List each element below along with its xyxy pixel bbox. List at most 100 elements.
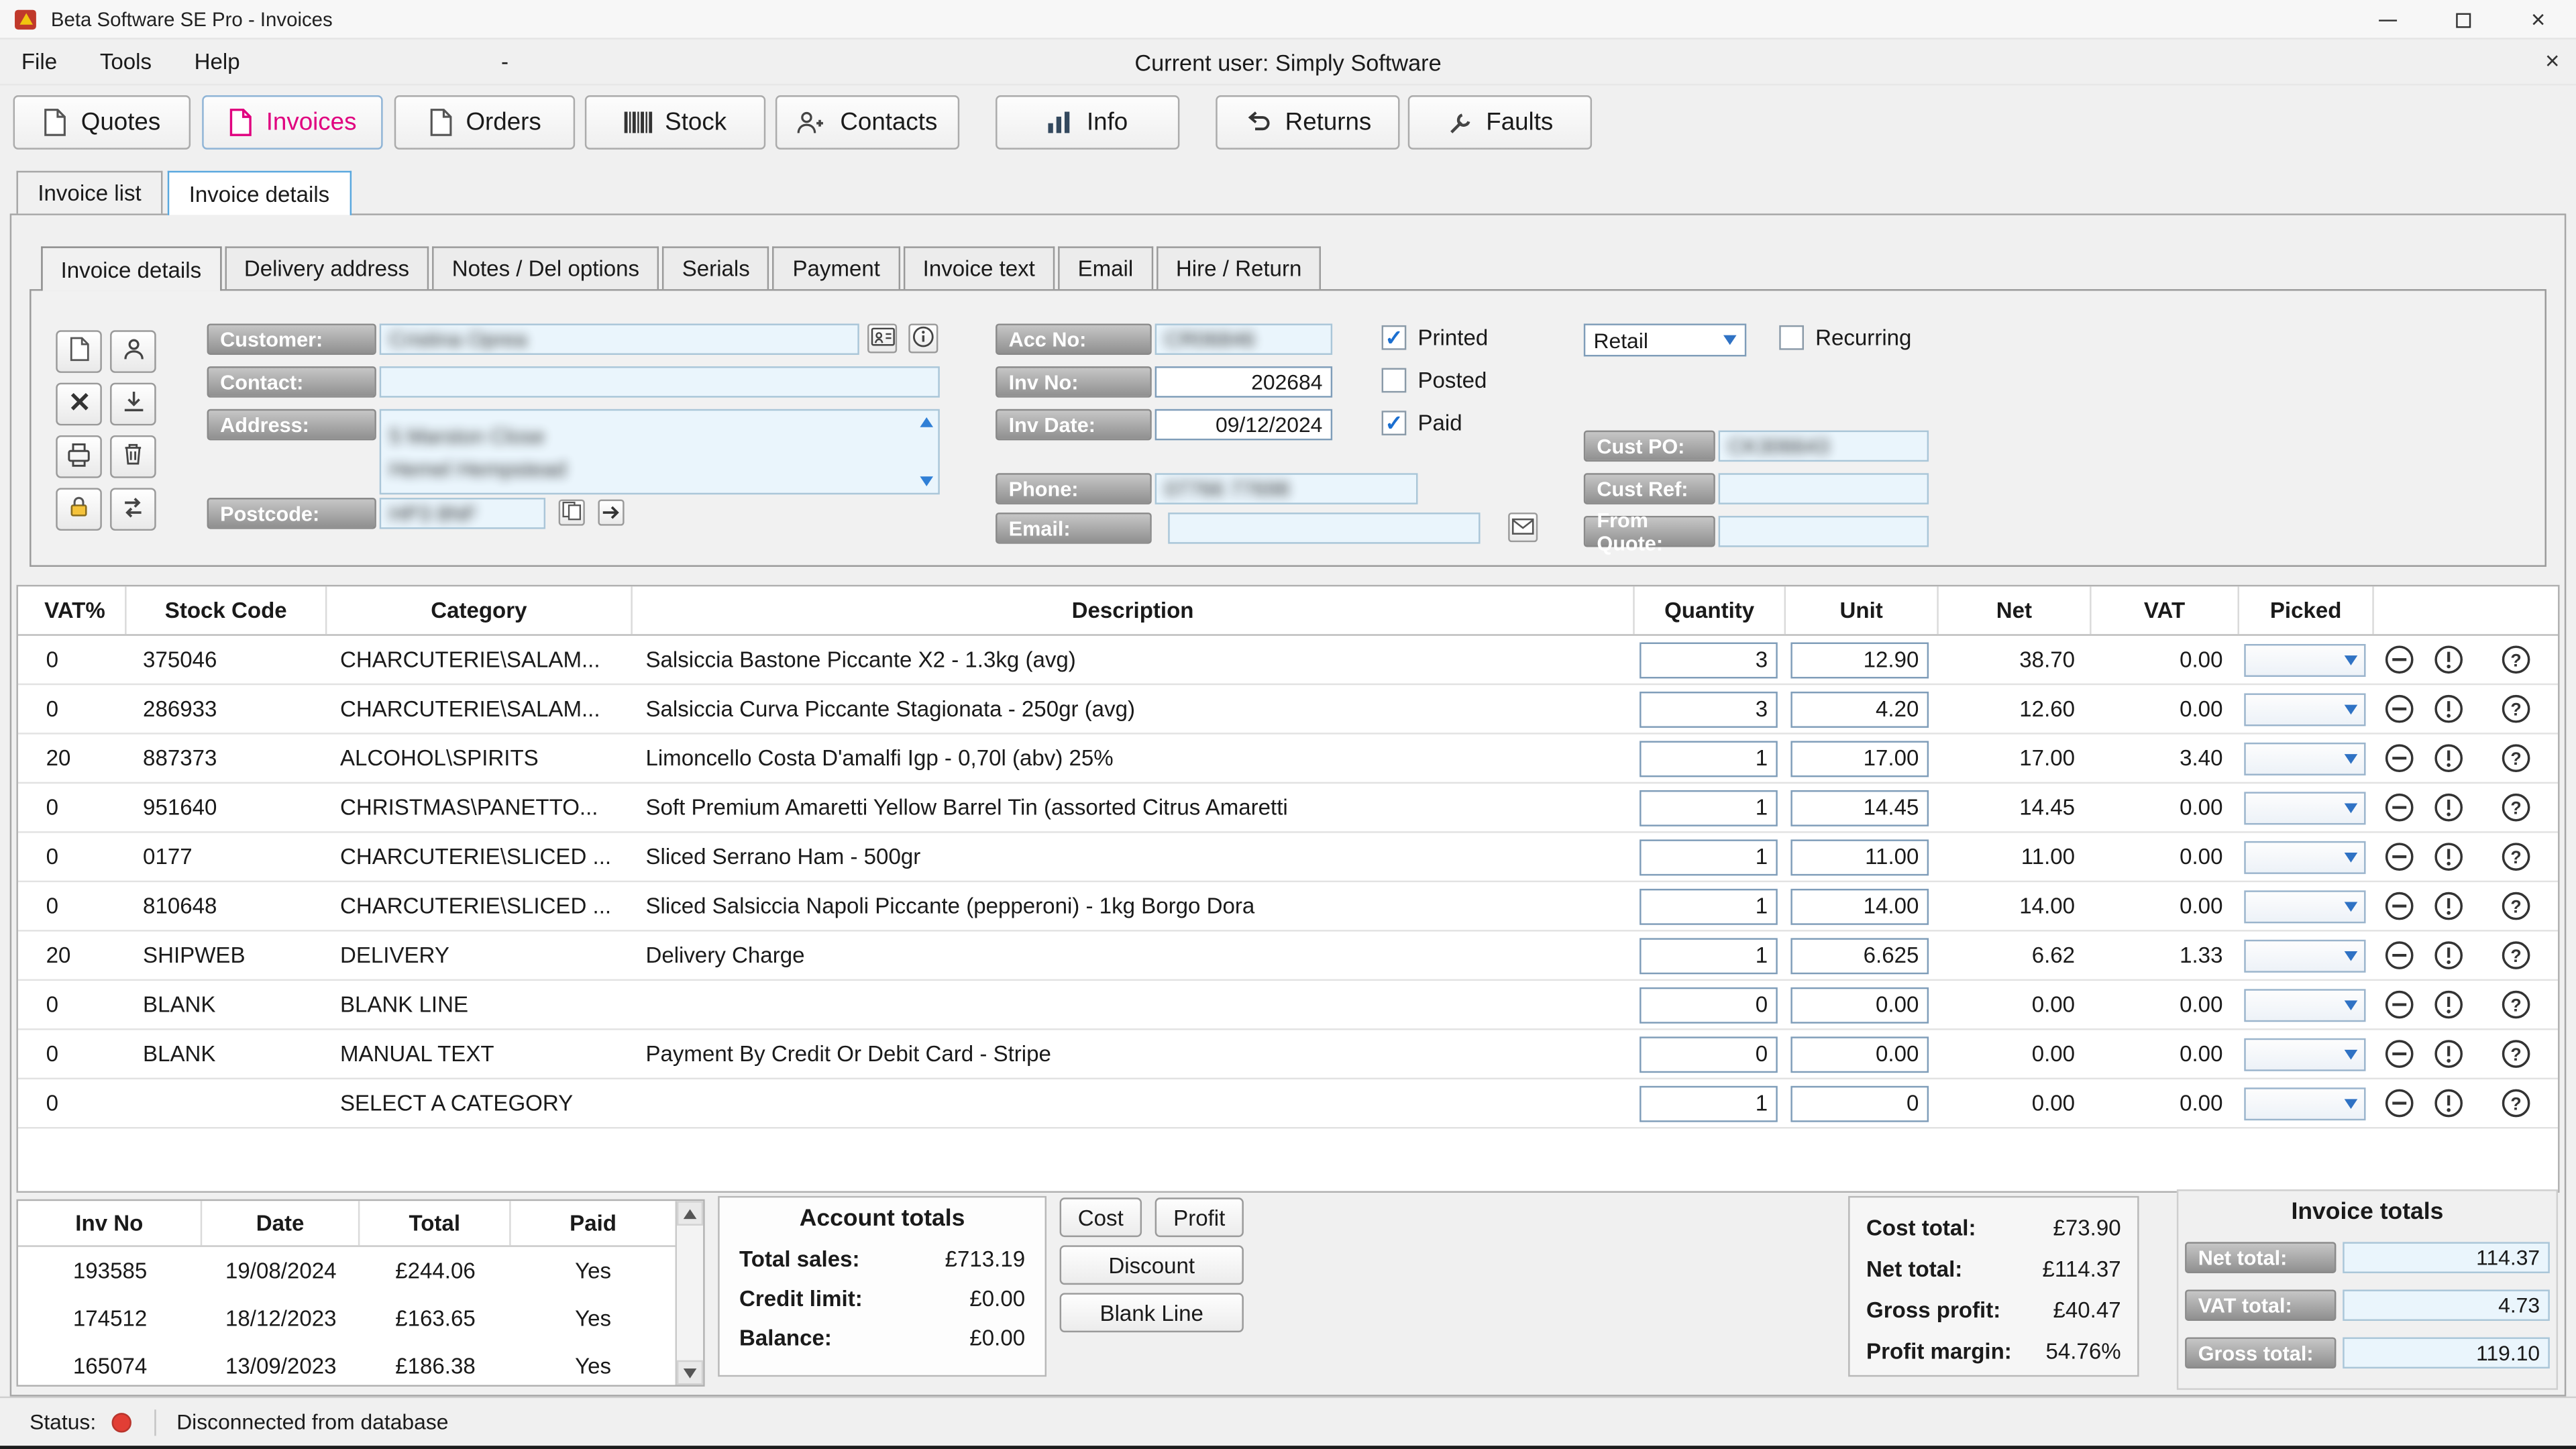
line-help-button[interactable]: ? xyxy=(2473,932,2558,979)
phone-field[interactable]: 07766 77698 xyxy=(1155,473,1418,504)
line-help-button[interactable]: ? xyxy=(2473,833,2558,881)
contact-card-button[interactable] xyxy=(867,323,897,353)
dtab-notes-del-options[interactable]: Notes / Del options xyxy=(432,246,659,289)
scroll-down-icon[interactable] xyxy=(677,1360,703,1385)
profit-button[interactable]: Profit xyxy=(1155,1197,1244,1237)
unit-price-input[interactable]: 11.00 xyxy=(1790,839,1929,875)
line-help-button[interactable]: ? xyxy=(2473,685,2558,733)
send-email-button[interactable] xyxy=(1508,513,1538,542)
minimize-button[interactable] xyxy=(2349,0,2425,40)
customer-button[interactable] xyxy=(110,330,156,373)
inv-date-field[interactable]: 09/12/2024 xyxy=(1155,409,1332,441)
dtab-email[interactable]: Email xyxy=(1058,246,1152,289)
print-invoice-button[interactable] xyxy=(56,435,102,478)
unit-price-input[interactable]: 0 xyxy=(1790,1085,1929,1122)
faults-button[interactable]: Faults xyxy=(1408,95,1592,150)
maximize-button[interactable] xyxy=(2425,0,2501,40)
unit-price-input[interactable]: 14.00 xyxy=(1790,888,1929,924)
returns-button[interactable]: Returns xyxy=(1216,95,1399,150)
picked-dropdown[interactable] xyxy=(2244,742,2365,775)
quantity-input[interactable]: 1 xyxy=(1640,937,1778,973)
scroll-up-icon[interactable] xyxy=(677,1201,703,1226)
postcode-field[interactable]: HP3 8NF xyxy=(380,498,545,529)
unit-price-input[interactable]: 0.00 xyxy=(1790,1036,1929,1072)
invoices-button[interactable]: Invoices xyxy=(202,95,382,150)
picked-dropdown[interactable] xyxy=(2244,988,2365,1021)
cust-ref-field[interactable] xyxy=(1719,473,1929,504)
lock-invoice-button[interactable] xyxy=(56,488,102,531)
quantity-input[interactable]: 0 xyxy=(1640,987,1778,1023)
remove-line-button[interactable] xyxy=(2374,932,2423,979)
remove-line-button[interactable] xyxy=(2374,882,2423,930)
menu-file[interactable]: File xyxy=(0,40,78,84)
quantity-input[interactable]: 3 xyxy=(1640,641,1778,678)
line-help-button[interactable]: ? xyxy=(2473,882,2558,930)
quantity-input[interactable]: 1 xyxy=(1640,1085,1778,1122)
remove-line-button[interactable] xyxy=(2374,1030,2423,1078)
line-warning-button[interactable] xyxy=(2423,636,2472,684)
quantity-input[interactable]: 1 xyxy=(1640,790,1778,826)
line-help-button[interactable]: ? xyxy=(2473,735,2558,782)
history-scrollbar[interactable] xyxy=(676,1201,704,1385)
line-warning-button[interactable] xyxy=(2423,735,2472,782)
line-warning-button[interactable] xyxy=(2423,1030,2472,1078)
remove-line-button[interactable] xyxy=(2374,685,2423,733)
tab-invoice-details[interactable]: Invoice details xyxy=(168,171,351,215)
quotes-button[interactable]: Quotes xyxy=(13,95,191,150)
map-postcode-button[interactable] xyxy=(598,499,624,525)
dtab-serials[interactable]: Serials xyxy=(662,246,769,289)
unit-price-input[interactable]: 0.00 xyxy=(1790,987,1929,1023)
quantity-input[interactable]: 1 xyxy=(1640,740,1778,776)
remove-line-button[interactable] xyxy=(2374,636,2423,684)
email-field[interactable] xyxy=(1168,513,1480,544)
orders-button[interactable]: Orders xyxy=(394,95,575,150)
line-help-button[interactable]: ? xyxy=(2473,981,2558,1028)
remove-line-button[interactable] xyxy=(2374,833,2423,881)
contacts-button[interactable]: Contacts xyxy=(775,95,959,150)
remove-line-button[interactable] xyxy=(2374,1079,2423,1127)
posted-checkbox[interactable]: ✓ xyxy=(1382,368,1407,393)
trash-invoice-button[interactable] xyxy=(110,435,156,478)
unit-price-input[interactable]: 17.00 xyxy=(1790,740,1929,776)
line-help-button[interactable]: ? xyxy=(2473,1079,2558,1127)
quantity-input[interactable]: 1 xyxy=(1640,839,1778,875)
dtab-hire-return[interactable]: Hire / Return xyxy=(1157,246,1322,289)
line-help-button[interactable]: ? xyxy=(2473,636,2558,684)
customer-field[interactable]: Cristina Oprea xyxy=(380,323,859,355)
remove-line-button[interactable] xyxy=(2374,784,2423,831)
tab-invoice-list[interactable]: Invoice list xyxy=(16,171,162,214)
price-band-dropdown[interactable]: Retail xyxy=(1584,323,1746,356)
line-warning-button[interactable] xyxy=(2423,784,2472,831)
address-field[interactable]: 5 Marston Close Hemel Hempstead xyxy=(380,409,940,494)
dtab-invoice-text[interactable]: Invoice text xyxy=(903,246,1055,289)
delete-invoice-button[interactable] xyxy=(56,383,102,426)
picked-dropdown[interactable] xyxy=(2244,791,2365,824)
picked-dropdown[interactable] xyxy=(2244,890,2365,922)
menu-tools[interactable]: Tools xyxy=(78,40,173,84)
unit-price-input[interactable]: 12.90 xyxy=(1790,641,1929,678)
unit-price-input[interactable]: 14.45 xyxy=(1790,790,1929,826)
unit-price-input[interactable]: 6.625 xyxy=(1790,937,1929,973)
picked-dropdown[interactable] xyxy=(2244,1087,2365,1120)
acc-no-field[interactable]: CR06846 xyxy=(1155,323,1332,355)
picked-dropdown[interactable] xyxy=(2244,1038,2365,1071)
remove-line-button[interactable] xyxy=(2374,735,2423,782)
info-button[interactable]: Info xyxy=(996,95,1179,150)
blank-line-button[interactable]: Blank Line xyxy=(1060,1293,1244,1332)
unit-price-input[interactable]: 4.20 xyxy=(1790,691,1929,727)
recurring-transfer-button[interactable] xyxy=(110,488,156,531)
recurring-checkbox[interactable]: ✓ xyxy=(1779,325,1804,350)
line-help-button[interactable]: ? xyxy=(2473,784,2558,831)
history-row[interactable]: 165074 13/09/2023 £186.38 Yes xyxy=(18,1342,676,1387)
history-row[interactable]: 174512 18/12/2023 £163.65 Yes xyxy=(18,1295,676,1342)
quantity-input[interactable]: 3 xyxy=(1640,691,1778,727)
paid-checkbox[interactable]: ✓ xyxy=(1382,411,1407,435)
line-warning-button[interactable] xyxy=(2423,981,2472,1028)
line-warning-button[interactable] xyxy=(2423,685,2472,733)
from-quote-field[interactable] xyxy=(1719,516,1929,547)
new-invoice-button[interactable] xyxy=(56,330,102,373)
cust-po-field[interactable]: CK306643 xyxy=(1719,431,1929,462)
line-help-button[interactable]: ? xyxy=(2473,1030,2558,1078)
line-warning-button[interactable] xyxy=(2423,932,2472,979)
picked-dropdown[interactable] xyxy=(2244,692,2365,725)
